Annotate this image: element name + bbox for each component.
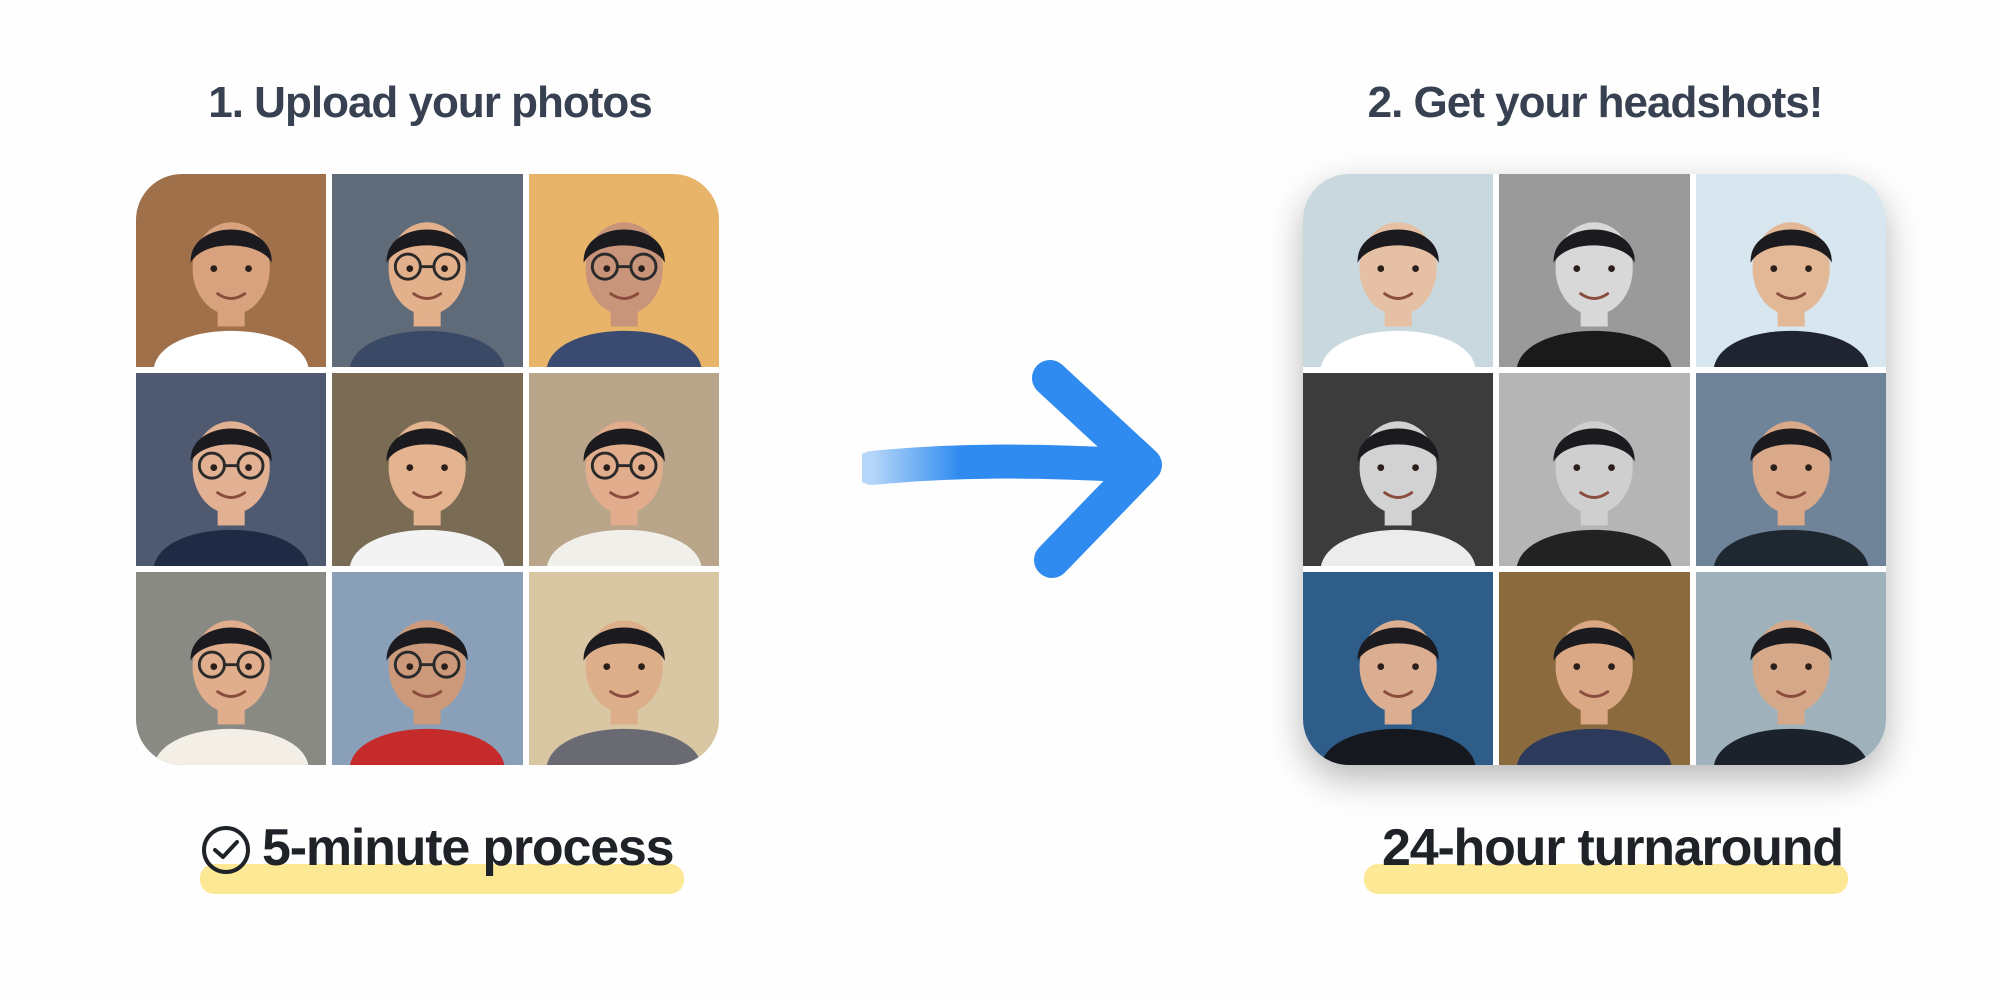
headshot-photo-6 [1695, 373, 1886, 566]
clock-check-icon [202, 826, 250, 874]
process-time-caption: 5-minute process [200, 818, 700, 898]
uploaded-photo-2 [332, 174, 523, 367]
process-time-text: 5-minute process [262, 819, 675, 877]
uploaded-photo-7 [136, 572, 327, 765]
uploaded-photo-4 [136, 373, 327, 566]
headshot-photo-5 [1499, 373, 1690, 566]
uploaded-photo-9 [528, 572, 719, 765]
turnaround-text: 24-hour turnaround [1382, 819, 1844, 877]
uploaded-photo-6 [528, 373, 719, 566]
turnaround-caption: 24-hour turnaround [1364, 818, 1870, 898]
headshot-photo-3 [1695, 174, 1886, 367]
headshots-step-title: 2. Get your headshots! [1367, 78, 1824, 127]
right-arrow-icon [862, 360, 1162, 578]
headshot-photo-9 [1695, 572, 1886, 765]
uploaded-photo-5 [332, 373, 523, 566]
upload-step-title: 1. Upload your photos [208, 78, 652, 127]
headshot-photo-8 [1499, 572, 1690, 765]
uploaded-photo-3 [528, 174, 719, 367]
headshot-photo-4 [1303, 373, 1494, 566]
uploaded-photos-grid [136, 174, 719, 765]
headshot-photo-2 [1499, 174, 1690, 367]
uploaded-photo-1 [136, 174, 327, 367]
headshot-photo-7 [1303, 572, 1494, 765]
headshot-photo-1 [1303, 174, 1494, 367]
headshots-grid [1303, 174, 1886, 765]
uploaded-photo-8 [332, 572, 523, 765]
